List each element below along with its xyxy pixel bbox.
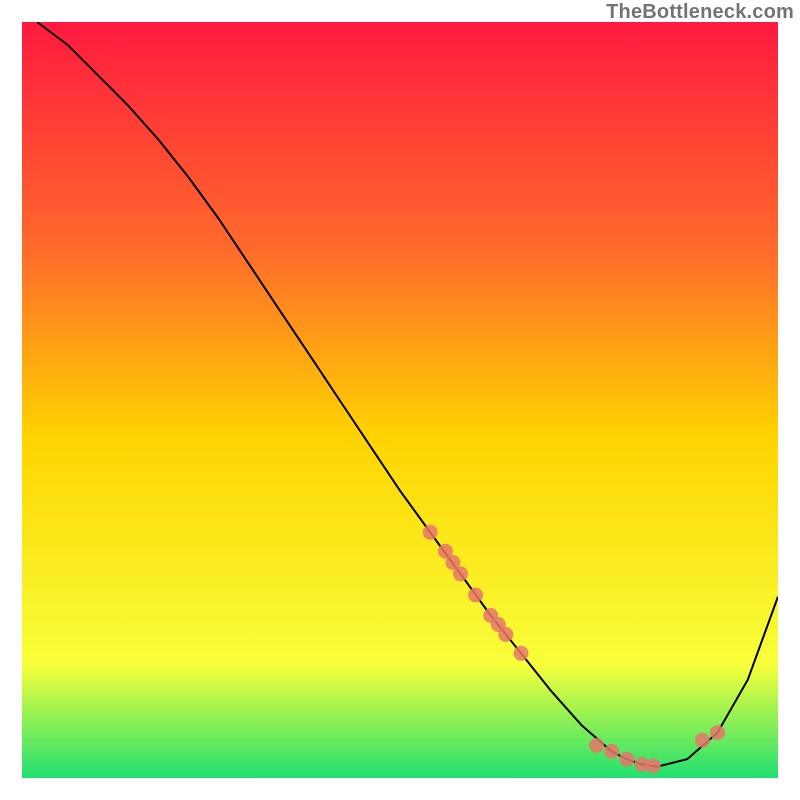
watermark-label: TheBottleneck.com xyxy=(606,1,794,24)
curve-marker xyxy=(514,646,529,661)
curve-marker xyxy=(423,525,438,540)
curve-marker xyxy=(468,588,483,603)
curve-marker xyxy=(604,744,619,759)
plot-background xyxy=(22,22,778,778)
curve-marker xyxy=(710,725,725,740)
curve-marker xyxy=(646,758,661,773)
chart-container: TheBottleneck.com xyxy=(0,0,800,800)
curve-marker xyxy=(453,566,468,581)
curve-marker xyxy=(589,738,604,753)
curve-marker xyxy=(619,752,634,767)
bottleneck-chart xyxy=(0,0,800,800)
curve-marker xyxy=(498,627,513,642)
curve-marker xyxy=(695,733,710,748)
